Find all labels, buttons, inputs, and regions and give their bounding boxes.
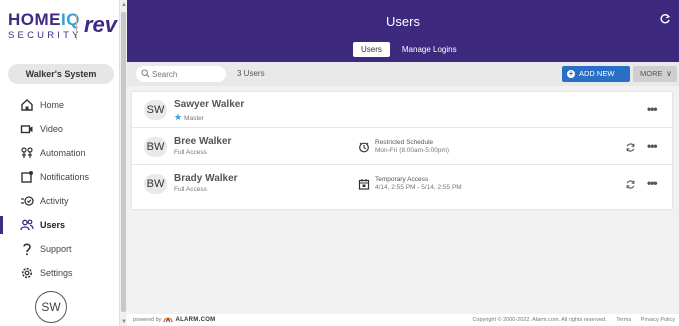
- terms-link[interactable]: Terms: [616, 317, 631, 323]
- homeiq-logo[interactable]: HOMEIQ SECURITY rev: [8, 10, 118, 48]
- sidebar-item-label: Video: [40, 124, 63, 134]
- schedule-title: Restricted Schedule: [375, 139, 434, 146]
- user-name[interactable]: Bree Walker: [174, 136, 231, 147]
- sidebar-item-label: Automation: [40, 148, 86, 158]
- sidebar-item-home[interactable]: Home: [0, 93, 119, 117]
- copyright-text: Copyright © 2000-2022. Alarm.com. All ri…: [472, 317, 607, 323]
- table-row[interactable]: BW Bree Walker Full Access Restricted Sc…: [132, 129, 672, 165]
- sidebar-item-label: Home: [40, 100, 65, 110]
- refresh-icon[interactable]: [659, 13, 671, 25]
- sidebar-item-users[interactable]: Users: [0, 213, 119, 237]
- page-title: Users: [386, 14, 420, 29]
- search-input[interactable]: [152, 68, 222, 80]
- more-options-icon[interactable]: •••: [647, 139, 658, 153]
- header-tabs: Users Manage Logins: [353, 42, 469, 57]
- scrollbar-thumb[interactable]: [121, 12, 126, 312]
- automation-icon: [21, 147, 33, 158]
- sidebar-item-activity[interactable]: Activity: [0, 189, 119, 213]
- search-icon: [141, 69, 150, 78]
- home-icon: [21, 99, 33, 111]
- schedule-title: Temporary Access: [375, 176, 429, 183]
- sidebar-item-notifications[interactable]: Notifications: [0, 165, 119, 189]
- sync-icon[interactable]: [625, 179, 636, 190]
- user-name[interactable]: Brady Walker: [174, 173, 238, 184]
- notifications-icon: [21, 171, 33, 183]
- video-icon: [20, 125, 33, 134]
- activity-icon: [21, 196, 34, 206]
- logo-divider: [76, 14, 77, 40]
- calendar-icon: [358, 179, 370, 190]
- chevron-down-icon: ∨: [666, 69, 672, 78]
- user-initials: SW: [144, 100, 167, 120]
- star-icon: ★: [174, 112, 183, 122]
- more-button[interactable]: MORE ∨: [633, 66, 677, 82]
- sidebar-item-label: Settings: [40, 268, 73, 278]
- alarm-logo-icon: [163, 317, 173, 323]
- restricted-schedule-icon: [359, 142, 369, 153]
- settings-icon: [21, 267, 33, 279]
- sidebar: HOMEIQ SECURITY rev Walker's System Home…: [0, 0, 119, 326]
- support-icon: [23, 243, 31, 256]
- sidebar-item-settings[interactable]: Settings: [0, 261, 119, 285]
- page-header: Users Users Manage Logins: [127, 0, 679, 62]
- tab-users[interactable]: Users: [353, 42, 390, 57]
- sidebar-item-label: Activity: [40, 196, 69, 206]
- users-content: SW Sawyer Walker ★ Master ••• BW Bree Wal…: [127, 86, 679, 314]
- more-options-icon[interactable]: •••: [647, 102, 658, 116]
- copyright: Copyright © 2000-2022. Alarm.com. All ri…: [472, 317, 675, 323]
- sidebar-scrollbar[interactable]: ▲ ▼: [119, 0, 127, 326]
- tab-manage-logins[interactable]: Manage Logins: [394, 42, 465, 57]
- user-count: 3 Users: [237, 69, 265, 78]
- users-icon: [20, 219, 34, 231]
- powered-by: powered by ALARM.COM: [133, 317, 215, 323]
- plus-icon: +: [567, 69, 575, 78]
- powered-by-text: powered by: [133, 317, 162, 323]
- schedule-detail: 4/14, 2:55 PM - 5/14, 2:55 PM: [375, 184, 462, 191]
- logo-security-text: SECURITY: [8, 30, 82, 41]
- alarm-brand-text: ALARM.COM: [175, 317, 216, 323]
- search-box[interactable]: [136, 66, 226, 82]
- user-avatar[interactable]: SW: [35, 291, 67, 323]
- user-name[interactable]: Sawyer Walker: [174, 99, 244, 110]
- add-new-user-button[interactable]: + ADD NEW USER: [562, 66, 630, 94]
- sync-icon[interactable]: [625, 142, 636, 153]
- sidebar-nav: Home Video Automation Notifications Acti…: [0, 93, 119, 285]
- logo-rev-text: rev: [84, 12, 118, 37]
- user-initials: BW: [144, 137, 167, 157]
- schedule-detail: Mon-Fri (8:00am-5:00pm): [375, 147, 450, 154]
- user-role: Full Access: [174, 186, 207, 193]
- more-label: MORE: [640, 69, 663, 78]
- logo-home-text: HOME: [8, 10, 61, 29]
- table-row[interactable]: SW Sawyer Walker ★ Master •••: [132, 92, 672, 128]
- user-role: Full Access: [174, 149, 207, 156]
- sidebar-item-video[interactable]: Video: [0, 117, 119, 141]
- user-role-text: Master: [184, 115, 204, 122]
- user-initials: BW: [144, 174, 167, 194]
- sidebar-item-label: Users: [40, 220, 66, 230]
- more-options-icon[interactable]: •••: [647, 176, 658, 190]
- sidebar-item-label: Notifications: [40, 172, 90, 182]
- page-footer: powered by ALARM.COM Copyright © 2000-20…: [127, 314, 679, 326]
- sidebar-item-label: Support: [40, 244, 72, 254]
- privacy-policy-link[interactable]: Privacy Policy: [641, 317, 675, 323]
- sidebar-item-automation[interactable]: Automation: [0, 141, 119, 165]
- users-toolbar: 3 Users + ADD NEW USER MORE ∨: [127, 62, 679, 94]
- system-selector-button[interactable]: Walker's System: [8, 64, 114, 84]
- table-row[interactable]: BW Brady Walker Full Access Temporary Ac…: [132, 166, 672, 202]
- user-role: ★ Master: [174, 112, 204, 123]
- users-list: SW Sawyer Walker ★ Master ••• BW Bree Wal…: [132, 92, 672, 209]
- sidebar-item-support[interactable]: Support: [0, 237, 119, 261]
- logo-iq-text: IQ: [61, 10, 80, 29]
